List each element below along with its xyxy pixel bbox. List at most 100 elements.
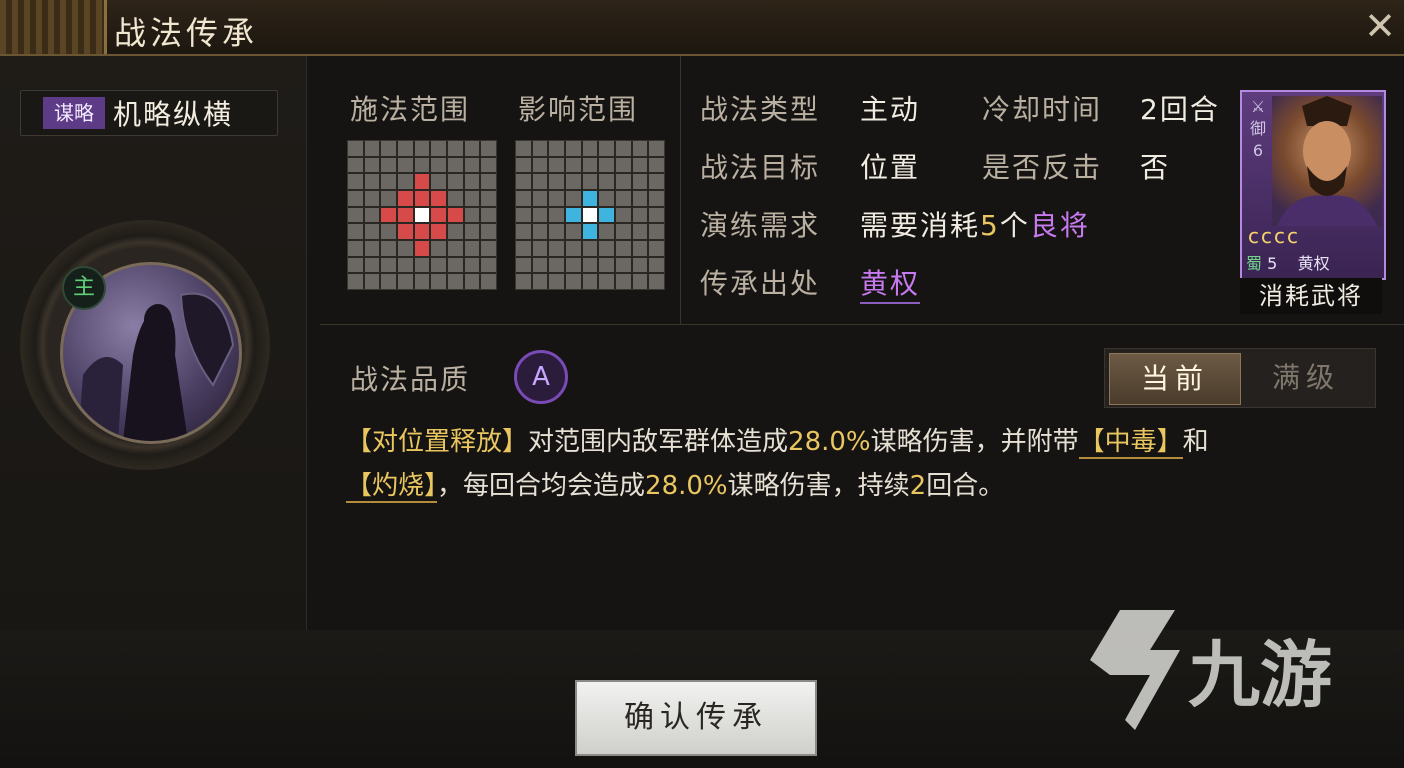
grid-cell [414, 141, 430, 156]
grid-cell [516, 274, 531, 289]
training-grade: 良将 [1029, 209, 1090, 242]
skill-name: 机略纵横 [113, 98, 234, 131]
grid-cell [649, 191, 664, 206]
training-text: 需要消耗 [860, 209, 981, 242]
grid-cell [431, 141, 446, 156]
grid-cell [532, 241, 548, 256]
grid-cell [582, 257, 598, 273]
grid-cell [464, 224, 480, 239]
quality-grade-badge: A [514, 350, 568, 404]
grid-cell [431, 274, 446, 289]
grid-cell [599, 224, 614, 239]
cooldown-label: 冷却时间 [982, 93, 1103, 126]
grid-cell [599, 157, 614, 173]
grid-cell [381, 174, 396, 189]
grid-cell [364, 141, 380, 156]
grid-cell [582, 224, 598, 239]
window-title: 战法传承 [114, 14, 259, 52]
grid-cell [616, 191, 631, 206]
grid-cell [516, 174, 531, 189]
grid-cell [649, 274, 664, 289]
grid-cell [582, 191, 598, 206]
grid-cell [532, 174, 548, 189]
grid-cell [464, 174, 480, 189]
grid-cell [632, 191, 648, 206]
grid-cell [464, 157, 480, 173]
grid-cell [549, 241, 564, 256]
grid-cell [532, 224, 548, 239]
title-bar: 战法传承 ✕ [0, 0, 1404, 56]
grid-cell [348, 141, 363, 156]
star-coins: cccc [1248, 224, 1300, 248]
grid-cell [566, 191, 581, 206]
effect-range-label: 影响范围 [518, 93, 639, 126]
grid-cell [414, 174, 430, 189]
grid-cell [364, 274, 380, 289]
grid-cell [398, 274, 413, 289]
grid-cell [532, 274, 548, 289]
grid-cell [431, 174, 446, 189]
grid-cell [516, 157, 531, 173]
grid-cell [549, 274, 564, 289]
grid-cell [566, 174, 581, 189]
grid-cell [649, 257, 664, 273]
origin-link[interactable]: 黄权 [860, 262, 921, 304]
grid-cell [649, 207, 664, 223]
burn-link[interactable]: 【灼烧】 [346, 471, 438, 503]
confirm-inherit-button[interactable]: 确认传承 [575, 680, 817, 756]
grid-cell [582, 174, 598, 189]
grid-cell [398, 224, 413, 239]
grid-cell [364, 191, 380, 206]
grid-cell [448, 257, 463, 273]
grid-cell [649, 224, 664, 239]
grid-cell [364, 241, 380, 256]
training-requirement: 需要消耗5个良将 [860, 204, 1090, 244]
grid-cell [566, 207, 581, 223]
card-stats: ⚔ 御 6 [1246, 96, 1270, 162]
current-level-tab[interactable]: 当前 [1109, 353, 1241, 405]
quality-label: 战法品质 [350, 363, 471, 396]
grid-cell [364, 157, 380, 173]
close-icon[interactable]: ✕ [1360, 6, 1400, 46]
grid-cell [348, 224, 363, 239]
grid-cell [516, 241, 531, 256]
arrow-icon: ⚔ [1250, 97, 1266, 116]
card-stat-value: 6 [1252, 141, 1264, 160]
desc-text: 回合。 [926, 471, 1005, 501]
grid-cell [566, 141, 581, 156]
grid-cell [566, 224, 581, 239]
grid-cell [364, 257, 380, 273]
grid-cell [632, 241, 648, 256]
card-general-name: 黄权 [1297, 254, 1330, 273]
poison-link[interactable]: 【中毒】 [1078, 427, 1183, 459]
grid-cell [566, 157, 581, 173]
grid-cell [481, 257, 496, 273]
cast-range-grid [347, 140, 497, 290]
grid-cell [414, 207, 430, 223]
grid-cell [414, 157, 430, 173]
grid-cell [381, 191, 396, 206]
grid-cell [448, 241, 463, 256]
desc-value: 28.0% [788, 427, 871, 457]
grid-cell [481, 241, 496, 256]
general-card[interactable]: ⚔ 御 6 cccc 蜀 5 黄权 [1240, 90, 1386, 280]
grid-cell [431, 257, 446, 273]
grid-cell [549, 207, 564, 223]
grid-cell [348, 207, 363, 223]
grid-cell [348, 257, 363, 273]
card-stat-type: 御 [1249, 119, 1266, 138]
grid-cell [616, 224, 631, 239]
grid-cell [464, 191, 480, 206]
grid-cell [414, 224, 430, 239]
general-portrait [1272, 96, 1382, 226]
grid-cell [599, 191, 614, 206]
grid-cell [649, 141, 664, 156]
grid-cell [381, 157, 396, 173]
grid-cell [616, 174, 631, 189]
grid-cell [599, 141, 614, 156]
max-level-tab[interactable]: 满级 [1241, 353, 1371, 403]
grid-cell [632, 224, 648, 239]
grid-cell [582, 207, 598, 223]
grid-cell [616, 157, 631, 173]
grid-cell [464, 141, 480, 156]
